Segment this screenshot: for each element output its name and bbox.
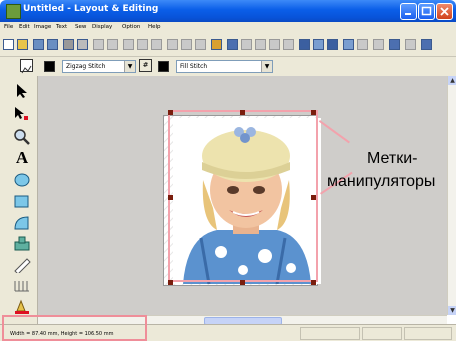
callout-label-line2: манипуляторы <box>327 173 436 190</box>
select-arrow-icon[interactable] <box>11 80 33 101</box>
copy-icon[interactable] <box>137 39 148 50</box>
new-icon[interactable] <box>3 39 14 50</box>
region-color-swatch[interactable] <box>158 61 169 72</box>
zoom-icon[interactable] <box>11 126 33 147</box>
help-icon[interactable] <box>405 39 416 50</box>
handle-top-left[interactable] <box>168 110 173 115</box>
menu-help[interactable]: Help <box>148 24 161 30</box>
handle-middle-right[interactable] <box>311 195 316 200</box>
region-stitch-select[interactable]: Fill Stitch ▼ <box>176 60 273 73</box>
stamp-icon[interactable] <box>11 233 33 254</box>
maximize-button[interactable] <box>418 3 435 20</box>
properties-icon[interactable] <box>327 39 338 50</box>
handle-top-center[interactable] <box>240 110 245 115</box>
status-highlight-frame <box>2 315 147 341</box>
layout-icon[interactable] <box>421 39 432 50</box>
ungroup-icon[interactable] <box>181 39 192 50</box>
arrange-icon[interactable] <box>269 39 280 50</box>
ruler-icon[interactable] <box>11 254 33 275</box>
preview-icon[interactable] <box>77 39 88 50</box>
stitch-toolbar: Zigzag Stitch ▼ # Fill Stitch ▼ <box>0 57 456 77</box>
rotate-icon[interactable] <box>195 39 206 50</box>
rect-shape-icon[interactable] <box>11 191 33 212</box>
menu-file[interactable]: File <box>4 24 13 30</box>
design-page-icon[interactable] <box>299 39 310 50</box>
tool-palette: A <box>0 76 38 324</box>
group-icon[interactable] <box>167 39 178 50</box>
selection-outline <box>168 110 318 282</box>
close-button[interactable] <box>436 3 453 20</box>
stitch-wizard-icon[interactable] <box>241 39 252 50</box>
menu-bar: File Edit Image Text Sew Display Option … <box>0 22 456 34</box>
paste-icon[interactable] <box>151 39 162 50</box>
undo-icon[interactable] <box>93 39 104 50</box>
line-color-swatch[interactable] <box>44 61 55 72</box>
menu-option[interactable]: Option <box>122 24 140 30</box>
handle-middle-left[interactable] <box>168 195 173 200</box>
save-icon[interactable] <box>47 39 58 50</box>
import-icon[interactable] <box>33 39 44 50</box>
status-pane <box>300 327 360 340</box>
arc-shape-icon[interactable] <box>11 212 33 233</box>
handle-bottom-left[interactable] <box>168 280 173 285</box>
chevron-down-icon[interactable]: ▼ <box>124 61 135 72</box>
menu-sew[interactable]: Sew <box>75 24 86 30</box>
grid-icon[interactable] <box>11 275 33 296</box>
text-tool-icon[interactable]: A <box>11 147 33 168</box>
page-margin <box>456 0 475 341</box>
print-icon[interactable] <box>63 39 74 50</box>
callout-label-line1: Метки- <box>367 150 418 167</box>
maximize-icon <box>421 6 432 16</box>
status-pane <box>362 327 402 340</box>
handle-bottom-right[interactable] <box>311 280 316 285</box>
minimize-icon <box>405 13 411 15</box>
redo-icon[interactable] <box>107 39 118 50</box>
region-stitch-value: Fill Stitch <box>180 63 208 70</box>
manual-punch-icon[interactable] <box>11 296 33 317</box>
handle-bottom-center[interactable] <box>240 280 245 285</box>
close-icon <box>440 7 449 16</box>
text-wizard-icon[interactable] <box>255 39 266 50</box>
card-icon[interactable] <box>389 39 400 50</box>
line-sew-icon[interactable] <box>20 59 33 74</box>
minimize-button[interactable] <box>400 3 417 20</box>
status-pane <box>404 327 452 340</box>
app-icon <box>6 4 21 19</box>
menu-display[interactable]: Display <box>92 24 112 30</box>
application-window: Untitled - Layout & Editing File Edit Im… <box>0 0 475 341</box>
point-edit-icon[interactable] <box>11 103 33 124</box>
handle-top-right[interactable] <box>311 110 316 115</box>
preview-stitch-icon[interactable] <box>343 39 354 50</box>
line-stitch-select[interactable]: Zigzag Stitch ▼ <box>62 60 136 73</box>
zoom-icon[interactable] <box>211 39 222 50</box>
realistic-icon[interactable] <box>357 39 368 50</box>
transfer-icon[interactable] <box>373 39 384 50</box>
chevron-down-icon[interactable]: ▼ <box>261 61 272 72</box>
image-wizard-icon[interactable] <box>227 39 238 50</box>
menu-image[interactable]: Image <box>34 24 51 30</box>
circle-shape-icon[interactable] <box>11 169 33 190</box>
hoop-icon[interactable] <box>313 39 324 50</box>
main-toolbar <box>0 34 456 57</box>
open-icon[interactable] <box>17 39 28 50</box>
title-bar[interactable]: Untitled - Layout & Editing <box>0 0 456 22</box>
sort-icon[interactable] <box>283 39 294 50</box>
window-title: Untitled - Layout & Editing <box>23 4 159 14</box>
cut-icon[interactable] <box>123 39 134 50</box>
menu-edit[interactable]: Edit <box>19 24 30 30</box>
line-stitch-value: Zigzag Stitch <box>66 63 106 70</box>
region-sew-icon[interactable]: # <box>139 59 152 72</box>
menu-text[interactable]: Text <box>56 24 67 30</box>
